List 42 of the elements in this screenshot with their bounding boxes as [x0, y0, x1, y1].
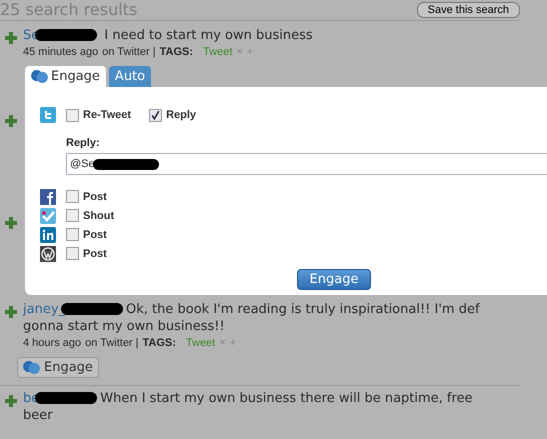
post-source: on Twitter | [85, 337, 139, 349]
save-search-button[interactable]: Save this search [416, 2, 520, 18]
panel-tab[interactable]: Auto [108, 66, 152, 87]
add-icon[interactable] [5, 115, 17, 127]
add-icon[interactable] [5, 217, 17, 229]
in-logo-icon [40, 226, 56, 242]
checkbox[interactable] [66, 190, 79, 203]
checkbox[interactable] [66, 209, 79, 222]
check-mark-icon [40, 208, 56, 224]
checkbox[interactable] [66, 228, 79, 241]
add-icon[interactable] [5, 306, 17, 318]
tag-link[interactable]: Tweet [186, 337, 216, 349]
add-icon[interactable] [5, 395, 17, 407]
checkbox-label: Re-Tweet [83, 109, 132, 121]
post-source: on Twitter | [102, 46, 156, 58]
add-tag-button[interactable]: + [230, 337, 236, 349]
bird-icon [40, 107, 56, 123]
add-icon[interactable] [5, 32, 17, 44]
checkbox-label: Post [83, 190, 107, 202]
tag-link[interactable]: Tweet [203, 46, 232, 58]
reply-label: Reply: [66, 137, 101, 149]
checkbox-label: Reply [166, 109, 196, 121]
post-time: 45 minutes ago [23, 46, 98, 58]
w-logo-icon [40, 246, 56, 262]
add-tag-button[interactable]: + [246, 46, 254, 58]
engage-button[interactable]: Engage [297, 269, 371, 290]
checkbox[interactable] [66, 247, 79, 260]
chat-bubbles-icon [23, 361, 40, 374]
panel-tab[interactable]: Engage [25, 66, 106, 87]
chat-bubbles-icon [31, 70, 48, 83]
post-time: 4 hours ago [23, 337, 82, 349]
checkbox-label: Post [83, 248, 107, 260]
tags-label: TAGS: [160, 46, 194, 58]
checkbox-label: Post [83, 228, 107, 240]
remove-tag-button[interactable]: × [219, 337, 226, 349]
f-logo-icon [40, 188, 56, 204]
engage-button[interactable]: Engage [17, 357, 99, 378]
remove-tag-button[interactable]: × [236, 46, 243, 58]
checkbox[interactable] [149, 108, 162, 122]
tags-label: TAGS: [142, 337, 176, 349]
checkbox[interactable] [66, 108, 79, 122]
checkbox-label: Shout [83, 210, 114, 222]
